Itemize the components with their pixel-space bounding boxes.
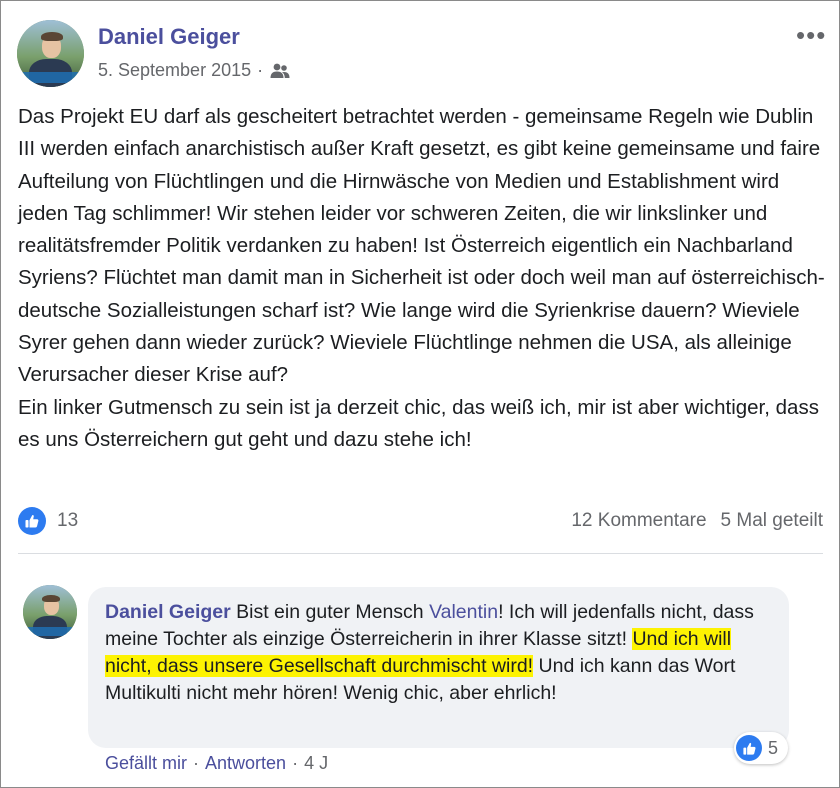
- reply-button[interactable]: Antworten: [205, 753, 286, 774]
- post-date[interactable]: 5. September 2015: [98, 60, 251, 81]
- comment-reaction-count: 5: [768, 738, 779, 758]
- like-comment-button[interactable]: Gefällt mir: [105, 753, 187, 774]
- like-count[interactable]: 13: [57, 510, 78, 532]
- post-paragraph-2: Ein linker Gutmensch zu sein ist ja derz…: [18, 395, 819, 451]
- thumbs-up-icon: [736, 735, 762, 761]
- comment-age[interactable]: 4 J: [304, 753, 328, 774]
- comment-count[interactable]: 12 Kommentare: [571, 510, 706, 532]
- post-paragraph-1: Das Projekt EU darf als gescheitert betr…: [18, 105, 825, 387]
- action-separator: ·: [193, 753, 200, 773]
- post-author-name[interactable]: Daniel Geiger: [98, 24, 240, 50]
- comment-author-name[interactable]: Daniel Geiger: [105, 601, 231, 623]
- more-options-icon[interactable]: •••: [796, 22, 826, 48]
- post-text: Das Projekt EU darf als gescheitert betr…: [18, 101, 828, 456]
- post-stats: 12 Kommentare 5 Mal geteilt: [571, 510, 823, 532]
- action-separator: ·: [292, 753, 299, 773]
- share-count[interactable]: 5 Mal geteilt: [721, 510, 823, 532]
- post-author-avatar[interactable]: [17, 20, 84, 87]
- thumbs-up-icon[interactable]: [18, 507, 46, 535]
- divider: [18, 553, 823, 554]
- comment-actions: Gefällt mir · Antworten · 4 J: [105, 753, 328, 774]
- comment-text: Daniel Geiger Bist ein guter Mensch Vale…: [105, 599, 775, 707]
- comment-reactions[interactable]: 5: [734, 732, 788, 764]
- comment-author-avatar[interactable]: [23, 585, 77, 639]
- post-meta: 5. September 2015 ·: [98, 60, 291, 81]
- comment-text-part: Bist ein guter Mensch: [230, 601, 430, 623]
- friends-icon[interactable]: [269, 62, 291, 80]
- meta-separator: ·: [257, 60, 264, 80]
- comment-mention[interactable]: Valentin: [429, 601, 498, 623]
